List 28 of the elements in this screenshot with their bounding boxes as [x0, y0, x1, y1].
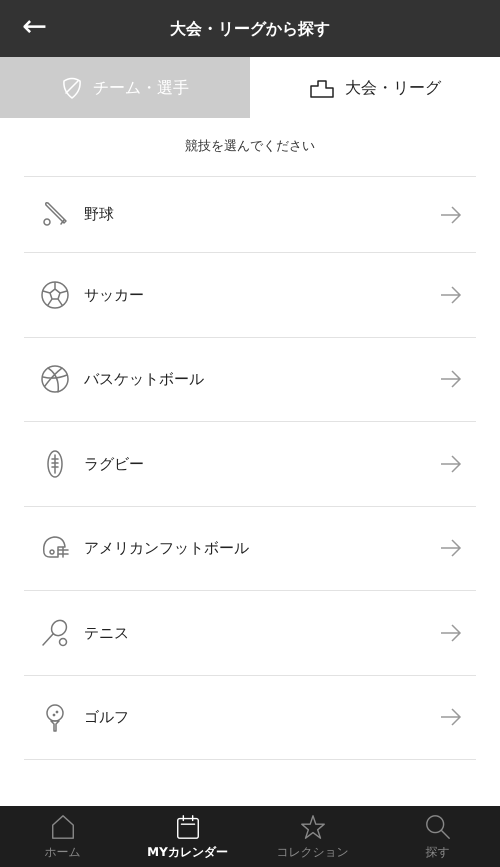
- star-icon: [298, 812, 326, 840]
- sport-label: テニス: [84, 622, 130, 644]
- arrow-icon: [440, 370, 462, 388]
- sport-label: 野球: [84, 204, 115, 226]
- shield-icon: [61, 76, 83, 100]
- back-button[interactable]: ←: [22, 9, 48, 45]
- sport-label: ゴルフ: [84, 707, 130, 728]
- arrow-icon: [440, 708, 462, 726]
- tennis-racket-icon: [40, 618, 70, 648]
- sport-label: アメリカンフットボール: [84, 538, 250, 559]
- page-title: 大会・リーグから探す: [170, 18, 330, 40]
- arrow-icon: [440, 286, 462, 304]
- nav-tab[interactable]: 探す: [375, 806, 500, 867]
- search-icon: [424, 812, 452, 840]
- sport-label: ラグビー: [84, 454, 145, 474]
- arrow-icon: [440, 206, 462, 224]
- nav-tab[interactable]: ホーム: [0, 806, 125, 867]
- podium-icon: [309, 78, 335, 98]
- soccer-ball-icon: [40, 280, 70, 310]
- arrow-icon: [440, 539, 462, 558]
- prompt-text: 競技を選んでください: [185, 138, 315, 156]
- arrow-icon: [440, 624, 462, 642]
- arrow-icon: [440, 454, 462, 473]
- sport-label: サッカー: [84, 284, 145, 306]
- sport-label: バスケットボール: [84, 369, 205, 390]
- basketball-icon: [40, 364, 70, 394]
- nav-tab[interactable]: MYカレンダー: [125, 806, 250, 867]
- nav-tab[interactable]: コレクション: [250, 806, 375, 867]
